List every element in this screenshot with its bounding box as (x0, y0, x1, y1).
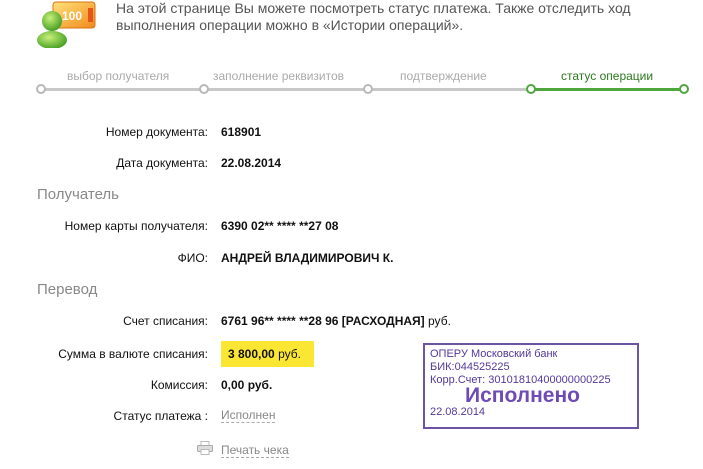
recipient-section-title: Получатель (37, 186, 119, 203)
fee-label: Комиссия: (150, 378, 208, 392)
fee-value: 0,00 руб. (221, 378, 273, 392)
debit-account-value: 6761 96** **** **28 96 [РАСХОДНАЯ] руб. (221, 314, 451, 328)
bank-stamp: ОПЕРУ Московский банк БИК:044525225 Корр… (423, 343, 639, 429)
page-description: На этой странице Вы можете посмотреть ст… (116, 0, 631, 33)
recipient-name-label: ФИО: (177, 251, 208, 265)
document-date-value: 22.08.2014 (221, 156, 282, 170)
progress-steps: выбор получателя заполнение реквизитов п… (36, 64, 689, 98)
money-user-icon: 100 (36, 0, 98, 49)
amount-highlight: 3 800,00 руб. (221, 341, 314, 367)
step-dot-4 (526, 84, 536, 94)
step-label-recipient: выбор получателя (67, 69, 170, 83)
stamp-bik: БИК:044525225 (430, 361, 510, 373)
amount-label: Сумма в валюте списания: (58, 347, 208, 361)
debit-account-currency: руб. (428, 314, 451, 328)
document-number-value: 618901 (221, 125, 262, 139)
step-label-details: заполнение реквизитов (213, 69, 345, 83)
step-label-confirmation: подтверждение (400, 69, 487, 83)
step-dot-1 (36, 84, 46, 94)
card-number-value: 6390 02** **** **27 08 (221, 219, 339, 233)
recipient-name-value: АНДРЕЙ ВЛАДИМИРОВИЧ К. (221, 251, 394, 265)
printer-icon[interactable] (197, 441, 213, 455)
step-dot-2 (199, 84, 209, 94)
debit-account-label: Счет списания: (123, 314, 208, 328)
stamp-status: Исполнено (465, 384, 580, 407)
print-receipt-link[interactable]: Печать чека (221, 443, 289, 458)
amount-value: 3 800,00 (228, 347, 275, 361)
step-dot-3 (363, 84, 373, 94)
badge-text: 100 (62, 9, 82, 23)
step-label-status: статус операции (561, 69, 654, 83)
step-track-active (531, 88, 684, 91)
payment-status-label: Статус платежа : (113, 409, 208, 423)
amount-currency: руб. (278, 347, 301, 361)
payment-status-link[interactable]: Исполнен (221, 408, 276, 423)
stamp-bank-name: ОПЕРУ Московский банк (430, 348, 558, 360)
step-dot-end (679, 84, 689, 94)
card-number-label: Номер карты получателя: (64, 219, 208, 233)
document-number-label: Номер документа: (105, 125, 208, 139)
transfer-section-title: Перевод (37, 281, 98, 298)
stamp-date: 22.08.2014 (430, 406, 486, 418)
document-date-label: Дата документа: (116, 156, 208, 170)
debit-account-number: 6761 96** **** **28 96 [РАСХОДНАЯ] (221, 314, 425, 328)
step-track-inactive (41, 88, 531, 91)
